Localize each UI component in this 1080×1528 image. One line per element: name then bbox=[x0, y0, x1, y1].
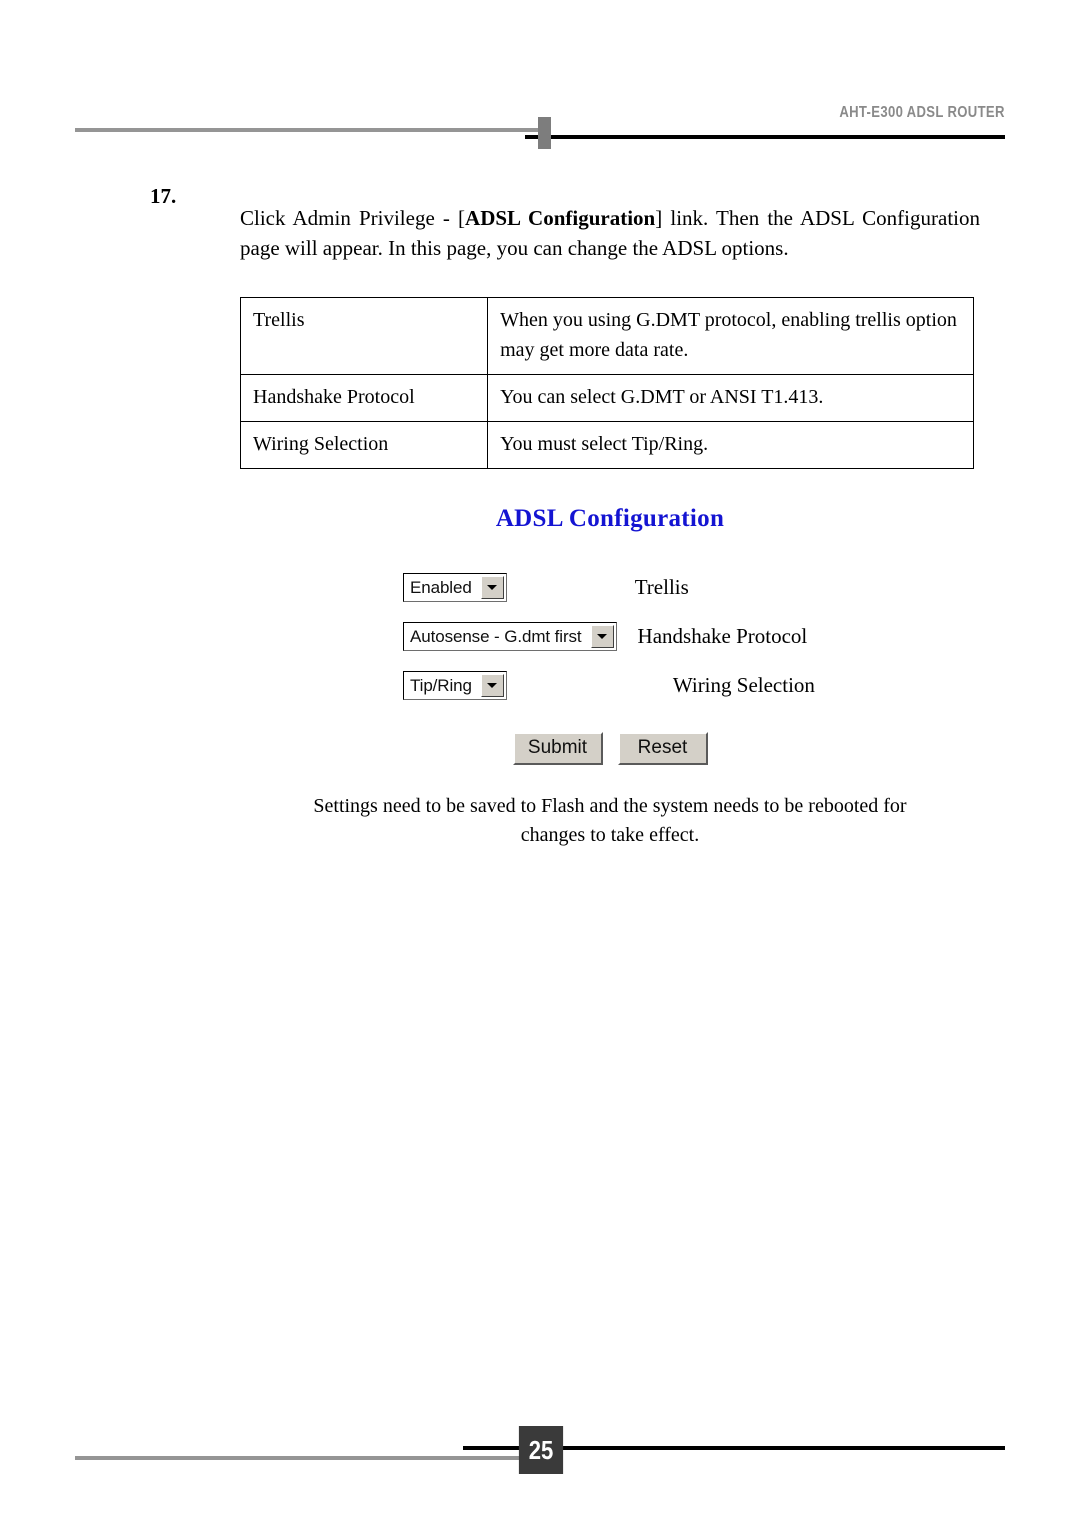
page-footer: 25 bbox=[0, 1400, 1080, 1480]
form-row-handshake-protocol: Autosense - G.dmt first Handshake Protoc… bbox=[403, 612, 980, 661]
caret-glyph bbox=[487, 683, 498, 688]
chevron-down-icon[interactable] bbox=[480, 674, 504, 697]
table-row: Trellis When you using G.DMT protocol, e… bbox=[239, 297, 974, 375]
wiring-selection-select-box[interactable]: Tip/Ring bbox=[403, 671, 507, 700]
chevron-down-icon[interactable] bbox=[480, 576, 504, 599]
header-rule-gray bbox=[75, 128, 542, 132]
page-header: AHT-E300 ADSL ROUTER bbox=[0, 0, 1080, 160]
instruction-item: 17. Click Admin Privilege - [ADSL Config… bbox=[150, 182, 980, 284]
table-row: Handshake Protocol You can select G.DMT … bbox=[239, 374, 974, 422]
settings-description-table: Trellis When you using G.DMT protocol, e… bbox=[239, 297, 974, 469]
item-text-part1: Click Admin Privilege - [ bbox=[240, 206, 466, 230]
item-text-bold: ADSL Configuration bbox=[465, 206, 656, 230]
configuration-form: Enabled Trellis Autosense - G.dmt first … bbox=[240, 563, 980, 710]
reboot-note-line-1: Settings need to be saved to Flash and t… bbox=[313, 795, 907, 817]
item-number: 17. bbox=[150, 184, 177, 208]
item-text: Click Admin Privilege - [ADSL Configurat… bbox=[240, 203, 980, 263]
page-number: 25 bbox=[518, 1426, 564, 1474]
adsl-configuration-screenshot: ADSL Configuration Enabled Trellis Autos… bbox=[240, 495, 980, 865]
page-title: ADSL Configuration bbox=[495, 505, 725, 532]
wiring-selection-select-value: Tip/Ring bbox=[410, 675, 472, 695]
wiring-selection-select[interactable]: Tip/Ring bbox=[403, 671, 507, 700]
reboot-note-line-2: changes to take effect. bbox=[520, 824, 700, 846]
chevron-down-icon[interactable] bbox=[590, 625, 614, 648]
trellis-select[interactable]: Enabled bbox=[403, 573, 507, 602]
handshake-protocol-select[interactable]: Autosense - G.dmt first bbox=[403, 622, 617, 651]
handshake-protocol-select-value: Autosense - G.dmt first bbox=[410, 626, 582, 646]
table-row: Wiring Selection You must select Tip/Rin… bbox=[239, 421, 974, 469]
submit-button[interactable]: Submit bbox=[512, 732, 603, 765]
caret-glyph bbox=[487, 585, 498, 590]
reset-button[interactable]: Reset bbox=[617, 732, 708, 765]
trellis-select-value: Enabled bbox=[410, 577, 472, 597]
table-cell-key: Handshake Protocol bbox=[239, 374, 489, 422]
handshake-protocol-select-box[interactable]: Autosense - G.dmt first bbox=[403, 622, 617, 651]
trellis-select-box[interactable]: Enabled bbox=[403, 573, 507, 602]
footer-rule-gray bbox=[75, 1456, 551, 1460]
table-cell-value: You can select G.DMT or ANSI T1.413. bbox=[487, 374, 974, 422]
table-cell-value: You must select Tip/Ring. bbox=[487, 421, 974, 469]
form-button-row: Submit Reset bbox=[240, 732, 980, 765]
trellis-label: Trellis bbox=[634, 575, 689, 599]
wiring-selection-label: Wiring Selection bbox=[672, 673, 815, 697]
reboot-note: Settings need to be saved to Flash and t… bbox=[240, 792, 980, 850]
handshake-protocol-label: Handshake Protocol bbox=[637, 624, 808, 648]
caret-glyph bbox=[597, 634, 608, 639]
header-title: AHT-E300 ADSL ROUTER bbox=[839, 104, 1005, 121]
table-cell-value: When you using G.DMT protocol, enabling … bbox=[487, 297, 974, 375]
header-tab-marker bbox=[538, 117, 551, 149]
table-cell-key: Wiring Selection bbox=[239, 421, 489, 469]
header-rule-black bbox=[525, 135, 1005, 139]
table-cell-key: Trellis bbox=[239, 297, 489, 375]
form-row-wiring-selection: Tip/Ring Wiring Selection bbox=[403, 661, 980, 710]
form-row-trellis: Enabled Trellis bbox=[403, 563, 980, 612]
